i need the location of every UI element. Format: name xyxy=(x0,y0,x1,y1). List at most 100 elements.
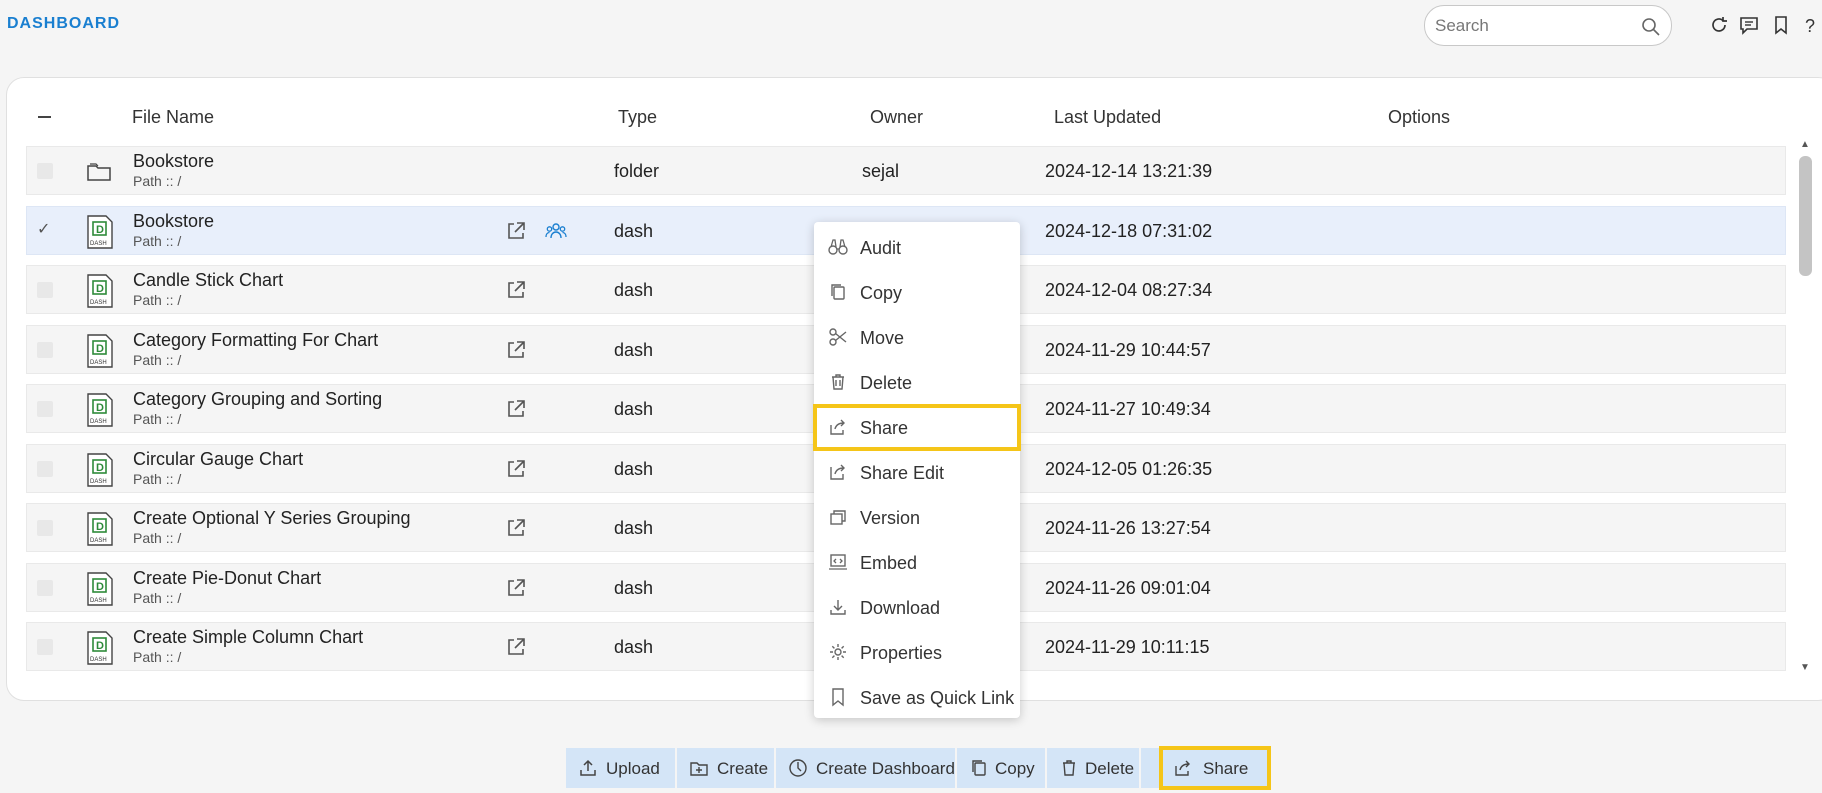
file-last-updated: 2024-11-26 13:27:54 xyxy=(1045,518,1211,538)
share-button[interactable]: Share xyxy=(1159,746,1271,790)
folder-icon xyxy=(87,163,111,181)
svg-text:D: D xyxy=(96,462,104,474)
open-external-icon[interactable] xyxy=(505,279,527,301)
scrollbar-thumb[interactable] xyxy=(1799,156,1812,276)
svg-text:D: D xyxy=(96,224,104,236)
row-context-menu: Audit Copy Move Delete Share Share Edit Versio… xyxy=(813,222,1021,720)
svg-text:?: ? xyxy=(1805,16,1815,36)
bookmark-icon[interactable] xyxy=(1770,14,1792,36)
copy-icon xyxy=(831,284,845,300)
menu-item-download[interactable]: Download xyxy=(814,585,1020,630)
svg-text:DASH: DASH xyxy=(90,598,107,604)
menu-item-share-edit[interactable]: Share Edit xyxy=(814,450,1020,495)
top-bar: DASHBOARD ? xyxy=(0,0,1822,60)
binoculars-icon xyxy=(828,239,848,255)
svg-text:DASH: DASH xyxy=(90,241,107,247)
svg-text:D: D xyxy=(96,581,104,593)
help-icon[interactable]: ? xyxy=(1800,14,1822,36)
embed-icon xyxy=(829,554,847,570)
upload-button[interactable]: Upload xyxy=(566,748,675,788)
bookmark-icon xyxy=(832,688,844,707)
file-name[interactable]: Create Simple Column Chart xyxy=(133,627,363,648)
upload-label: Upload xyxy=(606,759,660,778)
menu-item-audit[interactable]: Audit xyxy=(814,225,1020,270)
comment-icon[interactable] xyxy=(1738,14,1760,36)
file-owner: sejal xyxy=(862,161,900,181)
search-box[interactable] xyxy=(1424,5,1672,46)
column-header-last-updated[interactable]: Last Updated xyxy=(1054,107,1161,128)
shared-users-icon[interactable] xyxy=(545,220,567,242)
file-name[interactable]: Category Formatting For Chart xyxy=(133,330,378,351)
column-header-type[interactable]: Type xyxy=(618,107,657,128)
create-button[interactable]: Create xyxy=(677,748,774,788)
file-last-updated: 2024-12-18 07:31:02 xyxy=(1045,221,1213,241)
file-name[interactable]: Category Grouping and Sorting xyxy=(133,389,382,410)
file-last-updated: 2024-11-26 09:01:04 xyxy=(1045,578,1211,598)
menu-item-label: Save as Quick Link xyxy=(860,688,1015,708)
delete-button[interactable]: Delete xyxy=(1047,748,1139,788)
refresh-icon[interactable] xyxy=(1708,14,1730,36)
share-label: Share xyxy=(1203,759,1249,778)
row-checkbox[interactable] xyxy=(37,401,53,417)
menu-item-save-as-quick-link[interactable]: Save as Quick Link xyxy=(814,675,1020,720)
file-name[interactable]: Bookstore xyxy=(133,211,214,232)
copy-button[interactable]: Copy xyxy=(957,748,1045,788)
row-checkbox-checked[interactable]: ✓ xyxy=(37,219,50,239)
file-path: Path :: / xyxy=(133,292,182,308)
search-icon[interactable] xyxy=(1641,17,1661,37)
table-row[interactable]: Bookstore Path :: / folder sejal 2024-12-14 … xyxy=(26,146,1786,195)
row-checkbox[interactable] xyxy=(37,520,53,536)
open-external-icon[interactable] xyxy=(505,220,527,242)
row-checkbox[interactable] xyxy=(37,639,53,655)
open-external-icon[interactable] xyxy=(505,517,527,539)
menu-item-properties[interactable]: Properties xyxy=(814,630,1020,675)
open-external-icon[interactable] xyxy=(505,577,527,599)
dashboard-file-icon: D DASH xyxy=(87,512,113,546)
row-checkbox[interactable] xyxy=(37,342,53,358)
file-type: folder xyxy=(614,161,660,181)
file-name[interactable]: Create Optional Y Series Grouping xyxy=(133,508,411,529)
open-external-icon[interactable] xyxy=(505,398,527,420)
file-path: Path :: / xyxy=(133,471,182,487)
file-name[interactable]: Create Pie-Donut Chart xyxy=(133,568,321,589)
file-type: dash xyxy=(614,637,654,657)
column-header-owner[interactable]: Owner xyxy=(870,107,923,128)
file-type: dash xyxy=(614,221,654,241)
column-header-file-name[interactable]: File Name xyxy=(132,107,214,128)
trash-icon xyxy=(1063,760,1075,776)
select-all-toggle[interactable] xyxy=(38,116,51,118)
file-path: Path :: / xyxy=(133,233,182,249)
svg-text:DASH: DASH xyxy=(90,538,107,544)
file-name[interactable]: Circular Gauge Chart xyxy=(133,449,303,470)
file-last-updated: 2024-11-29 10:11:15 xyxy=(1045,637,1210,657)
row-checkbox[interactable] xyxy=(37,580,53,596)
menu-item-share[interactable]: Share xyxy=(813,404,1021,451)
file-name[interactable]: Bookstore xyxy=(133,151,214,172)
search-input[interactable] xyxy=(1433,15,1633,37)
menu-item-embed[interactable]: Embed xyxy=(814,540,1020,585)
row-checkbox[interactable] xyxy=(37,282,53,298)
row-checkbox[interactable] xyxy=(37,163,53,179)
scroll-down-arrow[interactable]: ▼ xyxy=(1800,662,1810,673)
file-path: Path :: / xyxy=(133,649,182,665)
menu-item-label: Move xyxy=(860,328,905,348)
scroll-up-arrow[interactable]: ▲ xyxy=(1800,139,1810,150)
menu-item-move[interactable]: Move xyxy=(814,315,1020,360)
dashboard-file-icon: D DASH xyxy=(87,631,113,665)
dashboard-file-icon: D DASH xyxy=(87,274,113,308)
menu-item-delete[interactable]: Delete xyxy=(814,360,1020,405)
dashboard-file-icon: D DASH xyxy=(87,393,113,427)
open-external-icon[interactable] xyxy=(505,636,527,658)
row-checkbox[interactable] xyxy=(37,461,53,477)
create-dashboard-button[interactable]: Create Dashboard xyxy=(776,748,955,788)
menu-item-copy[interactable]: Copy xyxy=(814,270,1020,315)
file-name[interactable]: Candle Stick Chart xyxy=(133,270,283,291)
file-last-updated: 2024-12-04 08:27:34 xyxy=(1045,280,1213,300)
open-external-icon[interactable] xyxy=(505,458,527,480)
menu-item-label: Audit xyxy=(860,238,902,258)
menu-item-version[interactable]: Version xyxy=(814,495,1020,540)
open-external-icon[interactable] xyxy=(505,339,527,361)
file-type: dash xyxy=(614,340,654,360)
file-path: Path :: / xyxy=(133,352,182,368)
dashboard-file-icon: D DASH xyxy=(87,572,113,606)
